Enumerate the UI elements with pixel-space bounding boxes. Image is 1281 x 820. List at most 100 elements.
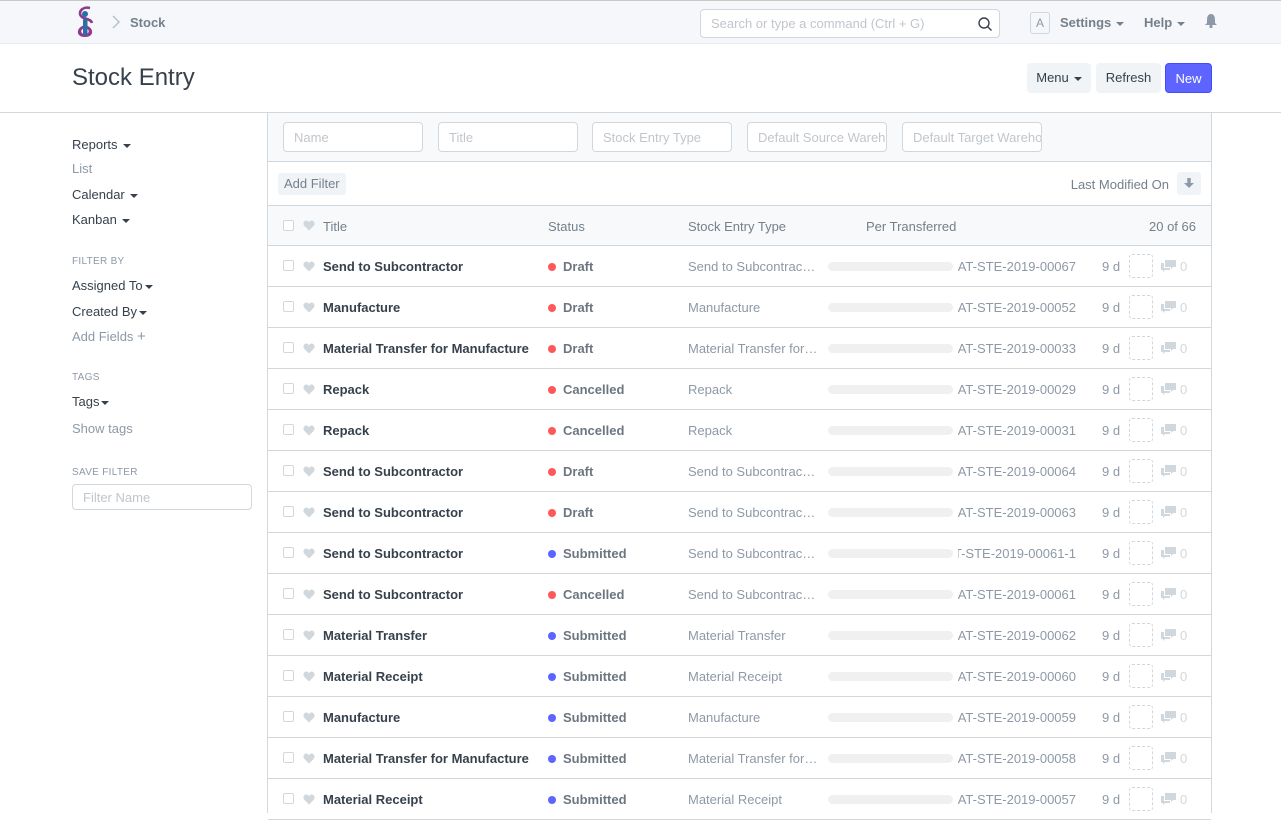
row-title[interactable]: Send to Subcontractor [323,464,463,479]
assign-avatar-placeholder[interactable] [1129,377,1153,401]
assign-avatar-placeholder[interactable] [1129,582,1153,606]
row-checkbox[interactable] [283,260,294,271]
sidebar-show-tags[interactable]: Show tags [72,421,133,436]
settings-dropdown[interactable]: Settings [1060,15,1125,30]
row-title[interactable]: Repack [323,423,369,438]
sidebar-assigned-to-dropdown[interactable]: Assigned To [72,278,153,293]
assign-avatar-placeholder[interactable] [1129,295,1153,319]
row-checkbox[interactable] [283,424,294,435]
sort-selector[interactable]: Last Modified On [1071,177,1169,192]
heart-icon[interactable] [303,671,315,682]
row-checkbox[interactable] [283,301,294,312]
row-title[interactable]: Manufacture [323,710,400,725]
assign-avatar-placeholder[interactable] [1129,254,1153,278]
heart-icon[interactable] [303,425,315,436]
assign-avatar-placeholder[interactable] [1129,500,1153,524]
assign-avatar-placeholder[interactable] [1129,459,1153,483]
tags-heading: TAGS [72,372,100,383]
heart-icon[interactable] [303,589,315,600]
row-checkbox[interactable] [283,711,294,722]
sidebar-calendar-dropdown[interactable]: Calendar [72,187,138,202]
sidebar-reports-dropdown[interactable]: Reports [72,137,131,152]
sidebar-kanban-dropdown[interactable]: Kanban [72,212,130,227]
row-checkbox[interactable] [283,547,294,558]
help-dropdown[interactable]: Help [1144,15,1186,30]
search-icon[interactable] [977,16,993,32]
sidebar-add-fields[interactable]: Add Fields + [72,328,146,345]
list-row[interactable]: Send to Subcontractor Draft Send to Subc… [268,451,1211,492]
row-title[interactable]: Material Receipt [323,669,423,684]
list-row[interactable]: Material Transfer for Manufacture Draft … [268,328,1211,369]
select-all-checkbox[interactable] [283,220,294,231]
heart-icon[interactable] [303,220,315,231]
row-title[interactable]: Material Transfer for Manufacture [323,341,529,356]
name-filter-input[interactable] [283,122,423,152]
assign-avatar-placeholder[interactable] [1129,623,1153,647]
row-title[interactable]: Manufacture [323,300,400,315]
row-title[interactable]: Material Transfer for Manufacture [323,751,529,766]
target-warehouse-filter-input[interactable] [902,122,1042,152]
row-checkbox[interactable] [283,588,294,599]
list-row[interactable]: Manufacture Submitted Manufacture MAT-ST… [268,697,1211,738]
row-title[interactable]: Material Transfer [323,628,427,643]
row-title[interactable]: Send to Subcontractor [323,259,463,274]
list-row[interactable]: Repack Cancelled Repack MAT-STE-2019-000… [268,369,1211,410]
filter-name-input[interactable] [72,484,252,510]
add-filter-button[interactable]: Add Filter [278,173,346,195]
heart-icon[interactable] [303,712,315,723]
assign-avatar-placeholder[interactable] [1129,541,1153,565]
row-checkbox[interactable] [283,629,294,640]
source-warehouse-filter-input[interactable] [747,122,887,152]
heart-icon[interactable] [303,302,315,313]
list-row[interactable]: Send to Subcontractor Submitted Send to … [268,533,1211,574]
assign-avatar-placeholder[interactable] [1129,746,1153,770]
list-row[interactable]: Send to Subcontractor Cancelled Send to … [268,574,1211,615]
heart-icon[interactable] [303,343,315,354]
row-checkbox[interactable] [283,793,294,804]
heart-icon[interactable] [303,466,315,477]
stock-entry-type-filter-input[interactable] [592,122,732,152]
assign-avatar-placeholder[interactable] [1129,664,1153,688]
notification-bell-icon[interactable] [1204,13,1218,29]
row-checkbox[interactable] [283,342,294,353]
row-checkbox[interactable] [283,752,294,763]
list-row[interactable]: Material Receipt Submitted Material Rece… [268,656,1211,697]
row-title[interactable]: Send to Subcontractor [323,505,463,520]
sidebar-tags-dropdown[interactable]: Tags [72,394,110,409]
heart-icon[interactable] [303,261,315,272]
awesomebar-search[interactable] [700,9,1000,38]
row-checkbox[interactable] [283,465,294,476]
heart-icon[interactable] [303,507,315,518]
list-row[interactable]: Material Transfer for Manufacture Submit… [268,738,1211,779]
breadcrumb-stock[interactable]: Stock [130,15,165,30]
search-input[interactable] [701,10,961,37]
title-filter-input[interactable] [438,122,578,152]
heart-icon[interactable] [303,630,315,641]
avatar[interactable]: A [1030,12,1050,34]
list-row[interactable]: Material Transfer Submitted Material Tra… [268,615,1211,656]
app-logo[interactable] [72,5,98,39]
sidebar-created-by-dropdown[interactable]: Created By [72,304,148,319]
assign-avatar-placeholder[interactable] [1129,787,1153,811]
row-checkbox[interactable] [283,506,294,517]
sort-order-button[interactable] [1177,172,1201,195]
menu-button[interactable]: Menu [1027,63,1091,93]
new-button[interactable]: New [1165,63,1212,93]
list-row[interactable]: Repack Cancelled Repack MAT-STE-2019-000… [268,410,1211,451]
row-title[interactable]: Send to Subcontractor [323,587,463,602]
heart-icon[interactable] [303,548,315,559]
assign-avatar-placeholder[interactable] [1129,705,1153,729]
row-checkbox[interactable] [283,383,294,394]
list-row[interactable]: Send to Subcontractor Draft Send to Subc… [268,492,1211,533]
heart-icon[interactable] [303,384,315,395]
row-title[interactable]: Repack [323,382,369,397]
refresh-button[interactable]: Refresh [1096,63,1161,93]
assign-avatar-placeholder[interactable] [1129,418,1153,442]
row-checkbox[interactable] [283,670,294,681]
list-row[interactable]: Send to Subcontractor Draft Send to Subc… [268,246,1211,287]
row-title[interactable]: Send to Subcontractor [323,546,463,561]
assign-avatar-placeholder[interactable] [1129,336,1153,360]
heart-icon[interactable] [303,753,315,764]
sidebar-list-view[interactable]: List [72,161,92,176]
list-row[interactable]: Manufacture Draft Manufacture MAT-STE-20… [268,287,1211,328]
